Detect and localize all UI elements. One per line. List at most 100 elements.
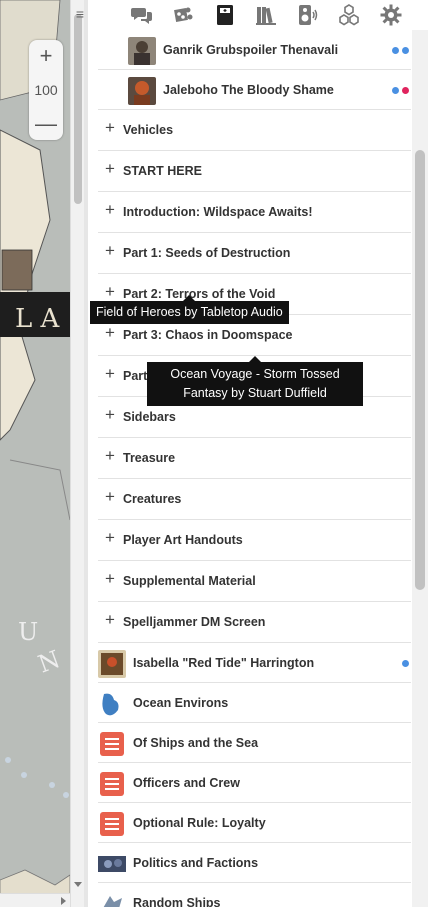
item-name: Isabella "Red Tide" Harrington [133, 655, 315, 670]
expand-plus-icon[interactable]: + [105, 242, 115, 260]
tooltip-text: Field of Heroes by Tabletop Audio [96, 305, 283, 319]
zoom-level: 100 [34, 82, 58, 98]
compendium-icon [256, 7, 277, 25]
zoom-out-button[interactable]: — [35, 112, 57, 136]
tooltip-text-line2: Fantasy by Stuart Duffield [183, 386, 327, 400]
tab-chat[interactable] [121, 0, 163, 30]
jukebox-icon [298, 5, 317, 25]
folder-name: Treasure [123, 451, 176, 465]
folder-name: Introduction: Wildspace Awaits! [123, 205, 313, 219]
expand-plus-icon[interactable]: + [105, 160, 115, 178]
indicator-dot [402, 87, 409, 94]
list-item[interactable]: Random Ships [98, 883, 411, 907]
journal-list: Ganrik Grubspoiler Thenavali Jaleboho Th… [98, 30, 411, 907]
indicator-dot [392, 87, 399, 94]
tooltip-text-line1: Ocean Voyage - Storm Tossed [170, 367, 340, 381]
character-avatar [98, 890, 126, 907]
tab-settings[interactable] [370, 0, 412, 30]
map-canvas[interactable]: L A U N + 100 — [0, 0, 78, 907]
list-item[interactable]: Of Ships and the Sea [98, 723, 411, 763]
list-item[interactable]: Isabella "Red Tide" Harrington [98, 643, 411, 683]
list-item[interactable]: Jaleboho The Bloody Shame [98, 70, 411, 110]
expand-plus-icon[interactable]: + [105, 611, 115, 629]
chat-icon [130, 8, 152, 24]
folder-name: Vehicles [123, 123, 174, 137]
tooltip-arrow [183, 295, 196, 301]
item-name: Of Ships and the Sea [133, 735, 259, 750]
item-name: Ocean Environs [133, 695, 229, 710]
zoom-control: + 100 — [29, 40, 63, 140]
item-name: Optional Rule: Loyalty [133, 815, 266, 830]
character-avatar [98, 690, 126, 718]
scroll-down-arrow-icon[interactable] [74, 882, 82, 887]
tab-collections[interactable] [329, 0, 371, 30]
indicator-dot [402, 47, 409, 54]
expand-plus-icon[interactable]: + [105, 447, 115, 465]
folder-name: START HERE [123, 164, 202, 178]
expand-plus-icon[interactable]: + [105, 406, 115, 424]
folder-row[interactable]: + Player Art Handouts [98, 520, 411, 561]
map-vertical-scrollbar[interactable] [70, 0, 84, 907]
folder-row[interactable]: + Supplemental Material [98, 561, 411, 602]
folder-name: Part 1: Seeds of Destruction [123, 246, 291, 260]
map-horizontal-scrollbar[interactable] [0, 893, 70, 907]
expand-plus-icon[interactable]: + [105, 201, 115, 219]
indicator-dot [392, 47, 399, 54]
folder-row[interactable]: + Introduction: Wildspace Awaits! [98, 192, 411, 233]
sidebar-tabbar [88, 0, 428, 30]
expand-plus-icon[interactable]: + [105, 488, 115, 506]
scroll-right-arrow-icon[interactable] [61, 897, 66, 905]
character-avatar [128, 77, 156, 105]
journal-scroll-thumb[interactable] [415, 150, 425, 590]
folder-row[interactable]: + Part 1: Seeds of Destruction [98, 233, 411, 274]
folder-row[interactable]: + Creatures [98, 479, 411, 520]
handout-icon [100, 772, 124, 796]
svg-text:L A: L A [15, 304, 61, 334]
list-item[interactable]: Ocean Environs [98, 683, 411, 723]
item-name: Officers and Crew [133, 775, 240, 790]
tab-dice[interactable] [163, 0, 205, 30]
expand-plus-icon[interactable]: + [105, 324, 115, 342]
player-indicators [392, 47, 409, 54]
character-name: Jaleboho The Bloody Shame [163, 82, 334, 97]
handout-icon [100, 732, 124, 756]
handout-icon [100, 812, 124, 836]
folder-name: Supplemental Material [123, 574, 256, 588]
list-item[interactable]: Ganrik Grubspoiler Thenavali [98, 30, 411, 70]
settings-icon [380, 4, 402, 26]
folder-row[interactable]: + Spelljammer DM Screen [98, 602, 411, 643]
expand-plus-icon[interactable]: + [105, 570, 115, 588]
indicator-dot [402, 660, 409, 667]
expand-plus-icon[interactable]: + [105, 119, 115, 137]
tab-jukebox[interactable] [287, 0, 329, 30]
expand-plus-icon[interactable]: + [105, 283, 115, 301]
player-indicators [392, 87, 409, 94]
folder-name: Part 2: Terrors of the Void [123, 287, 276, 301]
tab-journal[interactable] [204, 0, 246, 30]
folder-name: Sidebars [123, 410, 176, 424]
folder-row[interactable]: + Treasure [98, 438, 411, 479]
map-scroll-thumb[interactable] [74, 14, 82, 204]
zoom-in-button[interactable]: + [40, 44, 53, 68]
item-name: Random Ships [133, 895, 221, 907]
player-indicators [402, 660, 409, 667]
list-item[interactable]: Officers and Crew [98, 763, 411, 803]
folder-name: Creatures [123, 492, 182, 506]
list-item[interactable]: Politics and Factions [98, 843, 411, 883]
tab-compendium[interactable] [246, 0, 288, 30]
journal-scrollbar[interactable] [412, 30, 428, 907]
expand-plus-icon[interactable]: + [105, 365, 115, 383]
list-item[interactable]: Optional Rule: Loyalty [98, 803, 411, 843]
svg-text:U: U [18, 618, 38, 646]
tooltip-ocean-voyage: Ocean Voyage - Storm Tossed Fantasy by S… [147, 356, 363, 406]
journal-icon [216, 5, 233, 25]
folder-row[interactable]: + START HERE [98, 151, 411, 192]
character-name: Ganrik Grubspoiler Thenavali [163, 42, 339, 57]
tooltip-field-of-heroes: Field of Heroes by Tabletop Audio [90, 295, 289, 324]
collections-icon [339, 4, 360, 26]
folder-row[interactable]: + Vehicles [98, 110, 411, 151]
sidebar: Ganrik Grubspoiler Thenavali Jaleboho Th… [88, 0, 428, 907]
character-avatar [98, 650, 126, 678]
dice-icon [174, 7, 193, 22]
expand-plus-icon[interactable]: + [105, 529, 115, 547]
